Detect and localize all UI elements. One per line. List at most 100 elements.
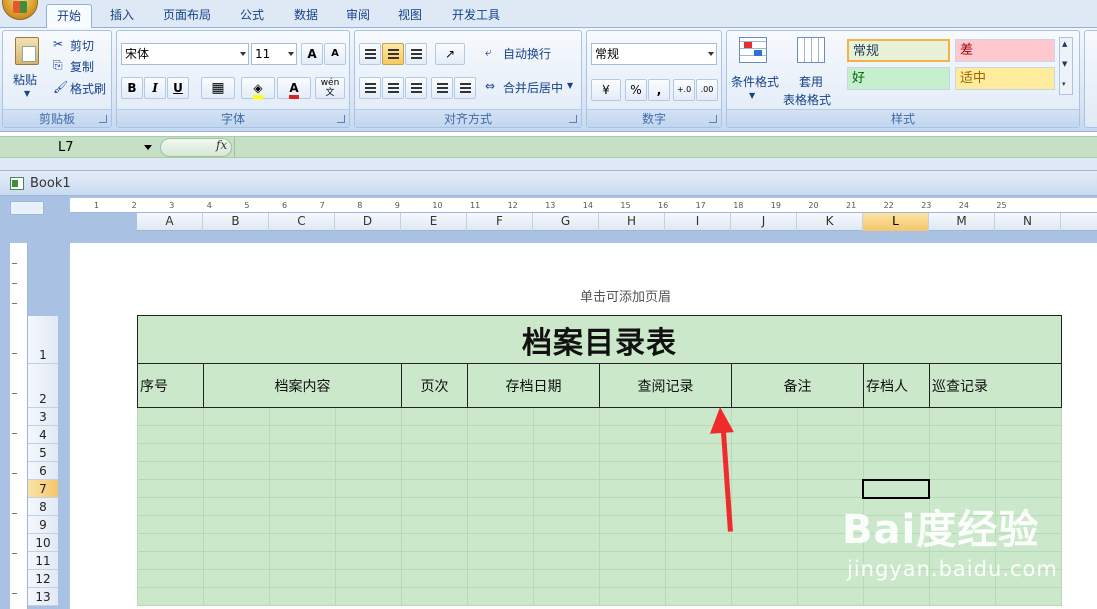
- grid-cell[interactable]: [203, 533, 270, 552]
- conditional-dropdown-icon[interactable]: ▼: [749, 91, 755, 100]
- grid-cell[interactable]: [599, 443, 666, 462]
- grid-cell[interactable]: [929, 461, 996, 480]
- tab-view[interactable]: 视图: [388, 4, 432, 28]
- grid-cell[interactable]: [335, 515, 402, 534]
- underline-button[interactable]: U: [167, 77, 189, 99]
- grid-cell[interactable]: [665, 569, 732, 588]
- grid-cell[interactable]: [137, 497, 204, 516]
- grid-cell[interactable]: [137, 569, 204, 588]
- tab-page-layout[interactable]: 页面布局: [156, 4, 218, 28]
- grid-cell[interactable]: [797, 407, 864, 426]
- grid-cell[interactable]: [335, 407, 402, 426]
- grid-cell[interactable]: [335, 533, 402, 552]
- grid-cell[interactable]: [335, 569, 402, 588]
- grid-cell[interactable]: [203, 497, 270, 516]
- grid-cell[interactable]: [665, 587, 732, 606]
- tab-insert[interactable]: 插入: [100, 4, 144, 28]
- grid-cell[interactable]: [467, 479, 534, 498]
- grid-cell[interactable]: [269, 533, 336, 552]
- grid-cell[interactable]: [995, 479, 1062, 498]
- row-header-2[interactable]: 2: [28, 364, 58, 408]
- increase-indent-button[interactable]: [454, 77, 476, 99]
- grid-cell[interactable]: [731, 461, 798, 480]
- grid-cell[interactable]: [599, 479, 666, 498]
- grid-cell[interactable]: [203, 461, 270, 480]
- row-header-9[interactable]: 9: [28, 516, 58, 534]
- grid-cell[interactable]: [731, 569, 798, 588]
- header-serial[interactable]: 序号: [137, 363, 204, 408]
- grid-cell[interactable]: [731, 533, 798, 552]
- font-size-select[interactable]: 11: [251, 43, 297, 65]
- tab-data[interactable]: 数据: [284, 4, 328, 28]
- clipboard-launcher-icon[interactable]: [99, 115, 107, 123]
- scroll-down-icon[interactable]: ▼: [1062, 60, 1067, 68]
- grid-cell[interactable]: [203, 443, 270, 462]
- grid-cell[interactable]: [797, 479, 864, 498]
- grid-cell[interactable]: [203, 569, 270, 588]
- column-header-a[interactable]: A: [137, 213, 203, 231]
- row-header-8[interactable]: 8: [28, 498, 58, 516]
- header-content[interactable]: 档案内容: [203, 363, 402, 408]
- grid-cell[interactable]: [665, 533, 732, 552]
- grid-cell[interactable]: [203, 425, 270, 444]
- grid-cell[interactable]: [137, 533, 204, 552]
- header-remarks[interactable]: 备注: [731, 363, 864, 408]
- column-header-k[interactable]: K: [797, 213, 863, 231]
- grid-cell[interactable]: [731, 551, 798, 570]
- wrap-text-button[interactable]: 自动换行: [503, 45, 551, 62]
- grid-cell[interactable]: [533, 443, 600, 462]
- grid-cell[interactable]: [599, 569, 666, 588]
- table-format-label-1[interactable]: 套用: [799, 73, 823, 90]
- grid-cell[interactable]: [467, 551, 534, 570]
- grid-cell[interactable]: [467, 443, 534, 462]
- row-header-4[interactable]: 4: [28, 426, 58, 444]
- paste-icon[interactable]: [15, 37, 39, 65]
- grid-cell[interactable]: [203, 407, 270, 426]
- grid-cell[interactable]: [203, 479, 270, 498]
- number-launcher-icon[interactable]: [709, 115, 717, 123]
- grid-cell[interactable]: [665, 515, 732, 534]
- style-bad[interactable]: 差: [955, 39, 1055, 62]
- align-top-button[interactable]: [359, 43, 381, 65]
- column-header-l[interactable]: L: [863, 213, 929, 231]
- copy-button[interactable]: 复制: [70, 58, 94, 75]
- grid-cell[interactable]: [929, 479, 996, 498]
- grid-cell[interactable]: [137, 407, 204, 426]
- grid-cell[interactable]: [731, 587, 798, 606]
- grid-cell[interactable]: [863, 407, 930, 426]
- grid-cell[interactable]: [269, 551, 336, 570]
- grid-cell[interactable]: [203, 587, 270, 606]
- grid-cell[interactable]: [335, 479, 402, 498]
- grid-cell[interactable]: [731, 425, 798, 444]
- grid-cell[interactable]: [137, 515, 204, 534]
- grid-cell[interactable]: [731, 515, 798, 534]
- grid-cell[interactable]: [533, 425, 600, 444]
- column-header-h[interactable]: H: [599, 213, 665, 231]
- column-header-b[interactable]: B: [203, 213, 269, 231]
- tab-review[interactable]: 审阅: [336, 4, 380, 28]
- grid-cell[interactable]: [599, 587, 666, 606]
- scroll-up-icon[interactable]: ▲: [1062, 40, 1067, 48]
- grid-cell[interactable]: [665, 497, 732, 516]
- grid-cell[interactable]: [335, 443, 402, 462]
- header-inspection[interactable]: 巡查记录: [929, 363, 1062, 408]
- header-archive-date[interactable]: 存档日期: [467, 363, 600, 408]
- grid-cell[interactable]: [401, 479, 468, 498]
- grid-cell[interactable]: [599, 515, 666, 534]
- grid-cell[interactable]: [401, 425, 468, 444]
- formula-input[interactable]: [234, 137, 1097, 157]
- grid-cell[interactable]: [401, 515, 468, 534]
- grid-cell[interactable]: [929, 425, 996, 444]
- align-right-button[interactable]: [405, 77, 427, 99]
- row-header-6[interactable]: 6: [28, 462, 58, 480]
- font-color-button[interactable]: A: [277, 77, 311, 99]
- grid-cell[interactable]: [995, 407, 1062, 426]
- grid-cell[interactable]: [797, 461, 864, 480]
- gallery-more-icon[interactable]: ▾: [1062, 80, 1066, 88]
- grid-cell[interactable]: [401, 443, 468, 462]
- grid-cell[interactable]: [731, 407, 798, 426]
- align-middle-button[interactable]: [382, 43, 404, 65]
- phonetic-button[interactable]: wén 文: [315, 77, 345, 99]
- table-title[interactable]: 档案目录表: [137, 315, 1062, 364]
- grid-cell[interactable]: [599, 497, 666, 516]
